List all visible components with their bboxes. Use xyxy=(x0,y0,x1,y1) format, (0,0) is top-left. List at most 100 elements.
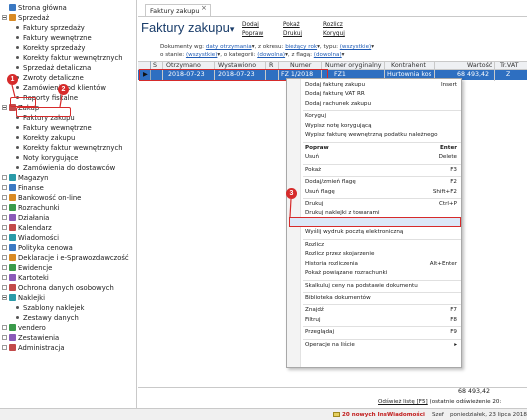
expand-icon[interactable] xyxy=(2,324,7,330)
expand-icon[interactable] xyxy=(2,274,7,280)
sidebar-group[interactable]: Bankowość on-line xyxy=(2,193,81,203)
menu-item[interactable]: Usuń Delete xyxy=(305,153,460,162)
menu-item[interactable]: Znajdź F7 xyxy=(305,306,460,315)
refresh-link[interactable]: Odśwież listę [F5] xyxy=(378,399,428,405)
expand-icon[interactable] xyxy=(2,334,7,340)
menu-item[interactable]: Rozlicz xyxy=(305,241,460,250)
column-header-tr-vat[interactable]: Tr.VAT xyxy=(500,62,519,70)
expand-icon[interactable] xyxy=(2,254,7,260)
sidebar-group[interactable]: Kalendarz xyxy=(2,223,52,233)
add-link[interactable]: Dodaj xyxy=(242,22,259,28)
date-filter[interactable]: daty otrzymania xyxy=(206,44,252,50)
sidebar-item[interactable]: Noty korygujące xyxy=(16,153,78,163)
sidebar-group[interactable]: Deklaracje i e-Sprawozdawczość xyxy=(2,253,129,263)
expand-icon[interactable] xyxy=(2,284,7,290)
collapse-icon[interactable] xyxy=(2,14,7,20)
expand-icon[interactable] xyxy=(2,174,7,180)
bullet-icon xyxy=(16,165,19,169)
menu-item[interactable]: Dodaj fakturę zakupu Insert xyxy=(305,81,460,90)
sidebar-group[interactable]: Administracja xyxy=(2,343,65,353)
sidebar-group[interactable]: Wiadomości xyxy=(2,233,59,243)
menu-item[interactable]: Wyślij wydruk pocztą elektroniczną xyxy=(305,228,460,237)
menu-item[interactable]: Skalkuluj ceny na podstawie dokumentu xyxy=(305,282,460,291)
show-link[interactable]: Pokaż xyxy=(283,22,300,28)
sidebar-item[interactable]: Faktury wewnętrzne xyxy=(16,33,92,43)
sidebar-item[interactable]: Sprzedaż detaliczna xyxy=(16,63,91,73)
sidebar-item[interactable]: Zwroty detaliczne xyxy=(16,73,84,83)
sidebar-item[interactable]: Faktury sprzedaży xyxy=(16,23,85,33)
sidebar-group[interactable]: Ewidencje xyxy=(2,263,52,273)
menu-item[interactable]: Wypisz notę korygującą xyxy=(305,122,460,131)
sidebar-item[interactable]: Zamówienia do dostawców xyxy=(16,163,115,173)
menu-item[interactable]: Operacje na liście ▸ xyxy=(305,341,460,350)
category-filter[interactable]: (dowolna) xyxy=(257,52,285,58)
type-filter[interactable]: (wszystkie) xyxy=(340,44,371,50)
sidebar-item[interactable]: Korekty faktur wewnętrznych xyxy=(16,53,123,63)
sidebar-group[interactable]: Ochrona danych osobowych xyxy=(2,283,114,293)
bullet-icon xyxy=(16,45,19,49)
period-filter[interactable]: bieżący rok xyxy=(285,44,317,50)
sidebar-item[interactable]: Korekty faktur wewnętrznych xyxy=(16,143,123,153)
menu-item[interactable]: Koryguj xyxy=(305,112,460,121)
expand-icon[interactable] xyxy=(2,344,7,350)
collapse-icon[interactable] xyxy=(2,294,7,300)
sidebar-group[interactable]: Kartoteki xyxy=(2,273,49,283)
menu-item[interactable]: Filtruj F8 xyxy=(305,316,460,325)
sidebar-item[interactable]: Korekty sprzedaży xyxy=(16,43,85,53)
state-filter[interactable]: (wszystkie) xyxy=(186,52,217,58)
sidebar-item[interactable]: Korekty zakupu xyxy=(16,133,75,143)
tag-filter[interactable]: (dowolna) xyxy=(314,52,342,58)
sidebar-group[interactable]: Sprzedaż xyxy=(2,13,49,23)
menu-item[interactable]: Rozlicz przez skojarzenie xyxy=(305,250,460,259)
collapse-icon[interactable] xyxy=(2,104,7,110)
chevron-down-icon[interactable]: ▾ xyxy=(230,24,235,34)
sidebar-group[interactable]: vendero xyxy=(2,323,46,333)
close-tab-icon[interactable]: × xyxy=(201,4,207,12)
sidebar-group[interactable]: Magazyn xyxy=(2,173,48,183)
page-title[interactable]: Faktury zakupu▾ xyxy=(141,20,234,35)
column-header-wartosc[interactable]: Wartość xyxy=(467,62,492,70)
menu-item[interactable]: Historia rozliczenia Alt+Enter xyxy=(305,260,460,269)
sidebar-group[interactable]: Naklejki xyxy=(2,293,45,303)
module-icon xyxy=(9,333,16,341)
print-link[interactable]: Drukuj xyxy=(283,31,302,37)
sidebar-item-label: vendero xyxy=(18,324,46,332)
sidebar-item[interactable]: Szablony naklejek xyxy=(16,303,84,313)
column-header-kontrahent[interactable]: Kontrahent xyxy=(391,62,426,70)
column-header-numer-oryginalny[interactable]: Numer oryginalny xyxy=(325,62,382,70)
messages-status[interactable]: 20 nowych InsWiadomości xyxy=(333,410,425,420)
settle-link[interactable]: Rozlicz xyxy=(323,22,343,28)
menu-item[interactable]: Dodaj fakturę VAT RR xyxy=(305,90,460,99)
expand-icon[interactable] xyxy=(2,214,7,220)
expand-icon[interactable] xyxy=(2,224,7,230)
menu-item[interactable]: Drukuj Ctrl+P xyxy=(305,200,460,209)
sidebar-group[interactable]: Rozrachunki xyxy=(2,203,60,213)
expand-icon[interactable] xyxy=(2,264,7,270)
menu-item[interactable]: Biblioteka dokumentów xyxy=(305,294,460,303)
bullet-icon xyxy=(16,85,19,89)
menu-item[interactable]: Dodaj rachunek zakupu xyxy=(305,100,460,109)
sidebar-group[interactable]: Zestawienia xyxy=(2,333,59,343)
sidebar-item[interactable]: Faktury wewnętrzne xyxy=(16,123,92,133)
menu-item[interactable]: Usuń flagę Shift+F2 xyxy=(305,188,460,197)
expand-icon[interactable] xyxy=(2,204,7,210)
menu-item[interactable]: Przeglądaj F9 xyxy=(305,328,460,337)
correct-link[interactable]: Koryguj xyxy=(323,31,345,37)
expand-icon[interactable] xyxy=(2,184,7,190)
sidebar-item[interactable]: Zestawy danych xyxy=(16,313,79,323)
edit-link[interactable]: Popraw xyxy=(242,31,263,37)
expand-icon[interactable] xyxy=(2,244,7,250)
menu-item[interactable]: Pokaż powiązane rozrachunki xyxy=(305,269,460,278)
menu-item[interactable]: Pokaż F3 xyxy=(305,166,460,175)
expand-icon[interactable] xyxy=(2,234,7,240)
sidebar-group[interactable]: Finanse xyxy=(2,183,44,193)
menu-separator xyxy=(303,279,461,281)
expand-icon[interactable] xyxy=(2,194,7,200)
sidebar-group[interactable]: Polityka cenowa xyxy=(2,243,73,253)
sidebar-item-label: Działania xyxy=(18,214,50,222)
menu-item[interactable]: Popraw Enter xyxy=(305,144,460,153)
sidebar-group[interactable]: Strona główna xyxy=(2,3,67,13)
sidebar-group[interactable]: Działania xyxy=(2,213,49,223)
menu-item[interactable]: Wypisz fakturę wewnętrzną podatku należn… xyxy=(305,131,460,140)
menu-item[interactable]: Dodaj/zmień flagę F2 xyxy=(305,178,460,187)
